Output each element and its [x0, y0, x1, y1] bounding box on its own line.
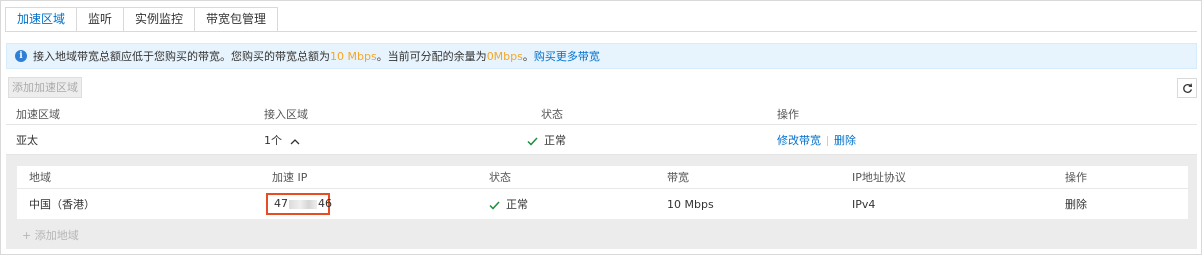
table-row: 亚太 1个 正常 修改带宽 删除 — [6, 126, 1197, 155]
sub-status-cell: 正常 — [489, 190, 528, 219]
tab-instance-monitor[interactable]: 实例监控 — [123, 7, 196, 32]
console-panel: 加速区域 监听 实例监控 带宽包管理 i 接入地域带宽总额应低于您购买的带宽。您… — [0, 0, 1202, 255]
table-row: 中国（香港） 47 46 正常 10 Mbps IPv4 删除 — [17, 190, 1188, 219]
access-region-count: 1个 — [264, 134, 282, 147]
header-acceleration-ip: 加速 IP — [272, 171, 308, 184]
notice-remaining: 0Mbps — [486, 49, 523, 63]
access-region-toggle[interactable]: 1个 — [264, 126, 300, 155]
sub-ip-protocol: IPv4 — [852, 198, 876, 211]
tab-acceleration-region[interactable]: 加速区域 — [5, 7, 78, 32]
plus-icon: + — [22, 229, 35, 242]
expanded-detail-panel: 地域 加速 IP 状态 带宽 IP地址协议 操作 中国（香港） 47 46 正常 … — [6, 155, 1197, 249]
tab-bandwidth-package[interactable]: 带宽包管理 — [194, 7, 279, 32]
header-access-region: 接入区域 — [264, 108, 308, 121]
add-area-label: 添加地域 — [34, 229, 79, 242]
add-area-button[interactable]: + 添加地域 — [22, 227, 79, 243]
info-notice: i 接入地域带宽总额应低于您购买的带宽。您购买的带宽总额为 10 Mbps 。当… — [6, 43, 1197, 69]
tab-divider — [5, 31, 1197, 32]
action-cell: 修改带宽 删除 — [777, 126, 856, 155]
status-text: 正常 — [544, 134, 566, 147]
sub-region-name: 中国（香港） — [29, 198, 95, 211]
chevron-up-icon — [290, 138, 300, 144]
check-icon — [489, 200, 500, 210]
notice-text-1: 接入地域带宽总额应低于您购买的带宽。您购买的带宽总额为 — [33, 50, 330, 63]
sub-status-text: 正常 — [506, 198, 528, 211]
info-icon: i — [15, 50, 27, 62]
status-cell: 正常 — [527, 126, 566, 155]
delete-region-link[interactable]: 删除 — [834, 134, 856, 147]
header-region: 地域 — [29, 171, 51, 184]
header-bandwidth: 带宽 — [667, 171, 689, 184]
notice-text-3: 。 — [522, 50, 534, 63]
header-acceleration-region: 加速区域 — [16, 108, 60, 121]
region-table-header: 加速区域 接入区域 状态 操作 — [6, 105, 1197, 125]
modify-bandwidth-link[interactable]: 修改带宽 — [777, 134, 821, 147]
header-status: 状态 — [489, 171, 511, 184]
refresh-button[interactable] — [1177, 78, 1197, 98]
action-separator — [827, 136, 828, 146]
header-actions: 操作 — [777, 108, 799, 121]
notice-bandwidth-total: 10 Mbps — [330, 49, 377, 63]
sub-bandwidth: 10 Mbps — [667, 198, 714, 211]
ip-redacted-mask — [289, 199, 317, 209]
header-actions: 操作 — [1065, 171, 1087, 184]
notice-text-2: 。当前可分配的余量为 — [376, 50, 487, 63]
refresh-icon — [1182, 83, 1192, 93]
tab-listener[interactable]: 监听 — [76, 7, 125, 32]
header-ip-protocol: IP地址协议 — [852, 171, 906, 184]
check-icon — [527, 136, 538, 146]
acceleration-ip-highlight: 47 46 — [266, 193, 332, 215]
delete-access-region-link[interactable]: 删除 — [1065, 190, 1087, 219]
access-region-table: 地域 加速 IP 状态 带宽 IP地址协议 操作 中国（香港） 47 46 正常 … — [17, 166, 1188, 219]
access-region-table-header: 地域 加速 IP 状态 带宽 IP地址协议 操作 — [17, 166, 1188, 189]
ip-prefix: 47 — [274, 197, 288, 210]
buy-more-bandwidth-link[interactable]: 购买更多带宽 — [534, 48, 600, 64]
tab-bar: 加速区域 监听 实例监控 带宽包管理 — [5, 7, 279, 32]
add-acceleration-region-button[interactable]: 添加加速区域 — [8, 77, 82, 98]
region-name: 亚太 — [16, 134, 38, 147]
header-status: 状态 — [541, 108, 563, 121]
ip-suffix: 46 — [318, 197, 332, 210]
